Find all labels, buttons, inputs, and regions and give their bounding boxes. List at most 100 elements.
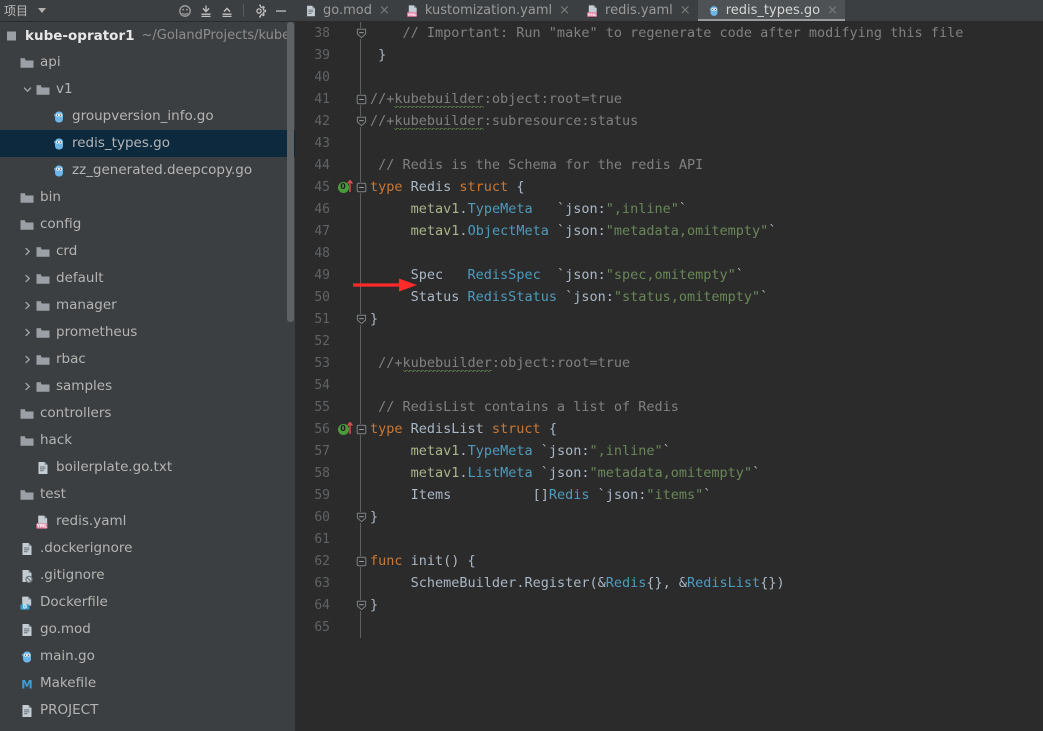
project-tree-scrollbar[interactable] <box>286 22 295 731</box>
tree-item-prometheus[interactable]: prometheus <box>0 319 295 346</box>
chevron-down-icon[interactable] <box>38 8 47 13</box>
gutter-53[interactable]: 53 <box>296 352 354 374</box>
gutter-51[interactable]: 51 <box>296 308 354 330</box>
tree-item--dockerignore[interactable]: .dockerignore <box>0 535 295 562</box>
tab-close-icon[interactable]: × <box>559 4 570 17</box>
editor-tab-redis-yaml[interactable]: YML redis.yaml × <box>577 0 698 21</box>
tree-item-rbac[interactable]: rbac <box>0 346 295 373</box>
code-line-41[interactable]: 41 //+kubebuilder:object:root=true <box>296 88 1043 110</box>
gutter-46[interactable]: 46 <box>296 198 354 220</box>
gutter-64[interactable]: 64 <box>296 594 354 616</box>
chevron-right-icon[interactable] <box>20 273 35 284</box>
gutter-41[interactable]: 41 <box>296 88 354 110</box>
gutter-57[interactable]: 57 <box>296 440 354 462</box>
chevron-right-icon[interactable] <box>20 300 35 311</box>
editor-tab-redis-types-go[interactable]: redis_types.go × <box>697 0 846 21</box>
gutter-65[interactable]: 65 <box>296 616 354 638</box>
chevron-right-icon[interactable] <box>20 327 35 338</box>
gutter-52[interactable]: 52 <box>296 330 354 352</box>
gutter-45[interactable]: 45 0 <box>296 176 354 198</box>
code-line-47[interactable]: 47 metav1.ObjectMeta `json:"metadata,omi… <box>296 220 1043 242</box>
tree-item-groupversion-info-go[interactable]: groupversion_info.go <box>0 103 295 130</box>
chevron-down-icon[interactable] <box>20 84 35 95</box>
gutter-63[interactable]: 63 <box>296 572 354 594</box>
tree-item-main-go[interactable]: main.go <box>0 643 295 670</box>
tree-item-api[interactable]: api <box>0 49 295 76</box>
tree-item--gitignore[interactable]: .gitignore <box>0 562 295 589</box>
chevron-right-icon[interactable] <box>20 354 35 365</box>
gutter-61[interactable]: 61 <box>296 528 354 550</box>
code-line-38[interactable]: 38 // Important: Run "make" to regenerat… <box>296 22 1043 44</box>
gutter-60[interactable]: 60 <box>296 506 354 528</box>
tree-item-boilerplate-go-txt[interactable]: boilerplate.go.txt <box>0 454 295 481</box>
code-line-46[interactable]: 46 metav1.TypeMeta `json:",inline"` <box>296 198 1043 220</box>
gutter-55[interactable]: 55 <box>296 396 354 418</box>
editor-tab-kustomization-yaml[interactable]: YML kustomization.yaml × <box>396 0 578 21</box>
code-line-52[interactable]: 52 <box>296 330 1043 352</box>
gutter-38[interactable]: 38 <box>296 22 354 44</box>
locate-target-icon[interactable] <box>178 4 192 18</box>
expand-all-icon[interactable] <box>199 4 213 18</box>
gutter-39[interactable]: 39 <box>296 44 354 66</box>
tree-item-v1[interactable]: v1 <box>0 76 295 103</box>
gutter-48[interactable]: 48 <box>296 242 354 264</box>
tree-item-default[interactable]: default <box>0 265 295 292</box>
gutter-59[interactable]: 59 <box>296 484 354 506</box>
gutter-44[interactable]: 44 <box>296 154 354 176</box>
fold-expanded-icon[interactable] <box>354 176 368 198</box>
gutter-56[interactable]: 56 0 <box>296 418 354 440</box>
project-root-row[interactable]: kube-oprator1 ~/GolandProjects/kube-o <box>0 22 295 49</box>
code-line-58[interactable]: 58 metav1.ListMeta `json:"metadata,omite… <box>296 462 1043 484</box>
code-line-60[interactable]: 60} <box>296 506 1043 528</box>
code-line-62[interactable]: 62 func init() { <box>296 550 1043 572</box>
code-line-49[interactable]: 49 Spec RedisSpec `json:"spec,omitempty"… <box>296 264 1043 286</box>
code-line-57[interactable]: 57 metav1.TypeMeta `json:",inline"` <box>296 440 1043 462</box>
code-line-53[interactable]: 53 //+kubebuilder:object:root=true <box>296 352 1043 374</box>
fold-end-icon[interactable] <box>354 594 368 616</box>
code-line-40[interactable]: 40 <box>296 66 1043 88</box>
project-panel-title[interactable]: 项目 <box>4 2 47 19</box>
tab-close-icon[interactable]: × <box>680 4 691 17</box>
code-line-44[interactable]: 44 // Redis is the Schema for the redis … <box>296 154 1043 176</box>
tree-item-zz-generated-deepcopy-go[interactable]: zz_generated.deepcopy.go <box>0 157 295 184</box>
tree-item-redis-types-go[interactable]: redis_types.go <box>0 130 295 157</box>
tree-item-config[interactable]: config <box>0 211 295 238</box>
implementation-marker-icon[interactable]: 0 <box>332 418 354 440</box>
implementation-marker-icon[interactable]: 0 <box>332 176 354 198</box>
code-line-65[interactable]: 65 <box>296 616 1043 638</box>
code-line-39[interactable]: 39 } <box>296 44 1043 66</box>
tree-item-dockerfile[interactable]: D Dockerfile <box>0 589 295 616</box>
tree-item-controllers[interactable]: controllers <box>0 400 295 427</box>
editor-tab-go-mod[interactable]: go.mod × <box>295 0 397 21</box>
tree-item-test[interactable]: test <box>0 481 295 508</box>
chevron-right-icon[interactable] <box>20 246 35 257</box>
gutter-50[interactable]: 50 <box>296 286 354 308</box>
gutter-49[interactable]: 49 <box>296 264 354 286</box>
tree-item-makefile[interactable]: M Makefile <box>0 670 295 697</box>
code-line-56[interactable]: 56 0 type RedisList struct { <box>296 418 1043 440</box>
tree-item-readme-md[interactable]: README.md <box>0 724 295 731</box>
code-line-54[interactable]: 54 <box>296 374 1043 396</box>
scrollbar-thumb[interactable] <box>287 22 294 322</box>
code-line-51[interactable]: 51} <box>296 308 1043 330</box>
tab-close-icon[interactable]: × <box>379 4 390 17</box>
code-editor[interactable]: 38 // Important: Run "make" to regenerat… <box>296 22 1043 731</box>
gutter-40[interactable]: 40 <box>296 66 354 88</box>
fold-expanded-icon[interactable] <box>354 88 368 110</box>
settings-gear-icon[interactable] <box>253 4 267 18</box>
code-line-48[interactable]: 48 <box>296 242 1043 264</box>
code-line-55[interactable]: 55 // RedisList contains a list of Redis <box>296 396 1043 418</box>
tree-item-samples[interactable]: samples <box>0 373 295 400</box>
gutter-47[interactable]: 47 <box>296 220 354 242</box>
fold-end-icon[interactable] <box>354 506 368 528</box>
gutter-54[interactable]: 54 <box>296 374 354 396</box>
tree-item-manager[interactable]: manager <box>0 292 295 319</box>
tree-item-project[interactable]: PROJECT <box>0 697 295 724</box>
code-line-64[interactable]: 64} <box>296 594 1043 616</box>
collapse-all-icon[interactable] <box>220 4 234 18</box>
code-line-59[interactable]: 59 Items []Redis `json:"items"` <box>296 484 1043 506</box>
tree-item-redis-yaml[interactable]: YML redis.yaml <box>0 508 295 535</box>
code-line-63[interactable]: 63 SchemeBuilder.Register(&Redis{}, &Red… <box>296 572 1043 594</box>
code-line-45[interactable]: 45 0 type Redis struct { <box>296 176 1043 198</box>
tree-item-go-mod[interactable]: go.mod <box>0 616 295 643</box>
